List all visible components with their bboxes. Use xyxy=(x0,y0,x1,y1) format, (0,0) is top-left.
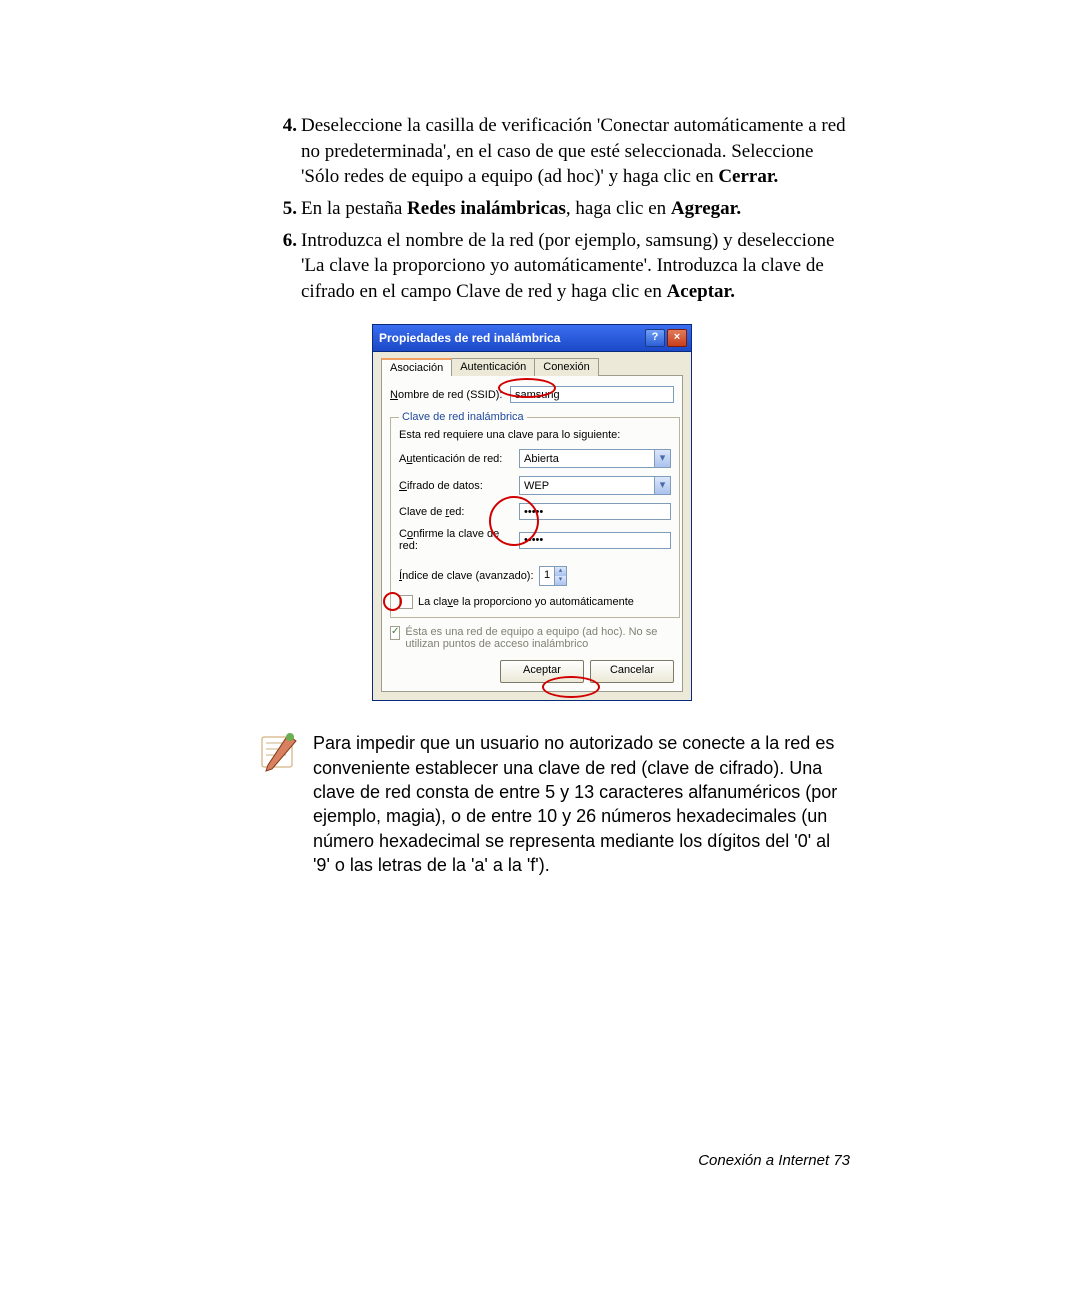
key-input[interactable] xyxy=(519,503,671,520)
cancel-button[interactable]: Cancelar xyxy=(590,660,674,683)
page-footer: Conexión a Internet 73 xyxy=(698,1152,850,1169)
help-icon[interactable]: ? xyxy=(645,329,665,347)
auto-key-label: La clave la proporciono yo automáticamen… xyxy=(418,596,634,608)
requirement-text: Esta red requiere una clave para lo sigu… xyxy=(399,429,671,441)
page-number: 73 xyxy=(833,1152,850,1169)
enc-select[interactable]: WEP ▾ xyxy=(519,476,671,495)
note-row: Para impedir que un usuario no autorizad… xyxy=(258,731,850,877)
enc-label: Cifrado de datos: xyxy=(399,480,519,492)
key-label: Clave de red: xyxy=(399,506,519,518)
enc-value: WEP xyxy=(524,480,549,492)
adhoc-checkbox: ✓ xyxy=(390,626,400,640)
tab-conexion[interactable]: Conexión xyxy=(534,358,598,376)
chevron-down-icon[interactable]: ▾ xyxy=(554,576,566,585)
footer-text: Conexión a Internet xyxy=(698,1152,833,1169)
note-icon xyxy=(258,731,300,773)
chevron-down-icon: ▾ xyxy=(654,450,670,467)
wireless-key-group: Clave de red inalámbrica Esta red requie… xyxy=(390,411,680,618)
tab-asociacion[interactable]: Asociación xyxy=(381,358,452,376)
step-number: 5. xyxy=(273,196,297,222)
step-text: Deseleccione la casilla de verificación … xyxy=(301,113,850,190)
index-value: 1 xyxy=(540,567,554,585)
auth-label: Autenticación de red: xyxy=(399,453,519,465)
index-spinner[interactable]: 1 ▴▾ xyxy=(539,566,567,586)
tab-autenticacion[interactable]: Autenticación xyxy=(451,358,535,376)
adhoc-label: Ésta es una red de equipo a equipo (ad h… xyxy=(405,626,674,650)
confirm-key-input[interactable] xyxy=(519,532,671,549)
dialog-titlebar: Propiedades de red inalámbrica ? × xyxy=(372,324,692,352)
tabs: Asociación Autenticación Conexión xyxy=(381,358,683,376)
step-6: 6. Introduzca el nombre de la red (por e… xyxy=(273,228,850,305)
step-number: 4. xyxy=(273,113,297,139)
auto-key-checkbox[interactable] xyxy=(399,595,413,609)
step-5: 5. En la pestaña Redes inalámbricas, hag… xyxy=(273,196,850,222)
step-text: Introduzca el nombre de la red (por ejem… xyxy=(301,228,850,305)
dialog-screenshot: Propiedades de red inalámbrica ? × Asoci… xyxy=(372,324,692,701)
confirm-label: Confirme la clave de red: xyxy=(399,528,519,552)
adhoc-row: ✓ Ésta es una red de equipo a equipo (ad… xyxy=(390,626,674,650)
ok-button[interactable]: Aceptar xyxy=(500,660,584,683)
index-label: Índice de clave (avanzado): xyxy=(399,570,539,582)
step-4: 4. Deseleccione la casilla de verificaci… xyxy=(273,113,850,190)
instruction-list: 4. Deseleccione la casilla de verificaci… xyxy=(273,113,850,304)
group-legend: Clave de red inalámbrica xyxy=(399,411,527,423)
chevron-up-icon[interactable]: ▴ xyxy=(554,567,566,576)
chevron-down-icon: ▾ xyxy=(654,477,670,494)
auth-value: Abierta xyxy=(524,453,559,465)
dialog-title: Propiedades de red inalámbrica xyxy=(379,331,643,345)
step-text: En la pestaña Redes inalámbricas, haga c… xyxy=(301,196,850,222)
note-text: Para impedir que un usuario no autorizad… xyxy=(313,731,850,877)
auth-select[interactable]: Abierta ▾ xyxy=(519,449,671,468)
close-icon[interactable]: × xyxy=(667,329,687,347)
step-number: 6. xyxy=(273,228,297,254)
ssid-input[interactable] xyxy=(510,386,674,403)
ssid-label: Nombre de red (SSID): xyxy=(390,389,510,401)
tab-panel: Nombre de red (SSID): Clave de red inalá… xyxy=(381,375,683,692)
